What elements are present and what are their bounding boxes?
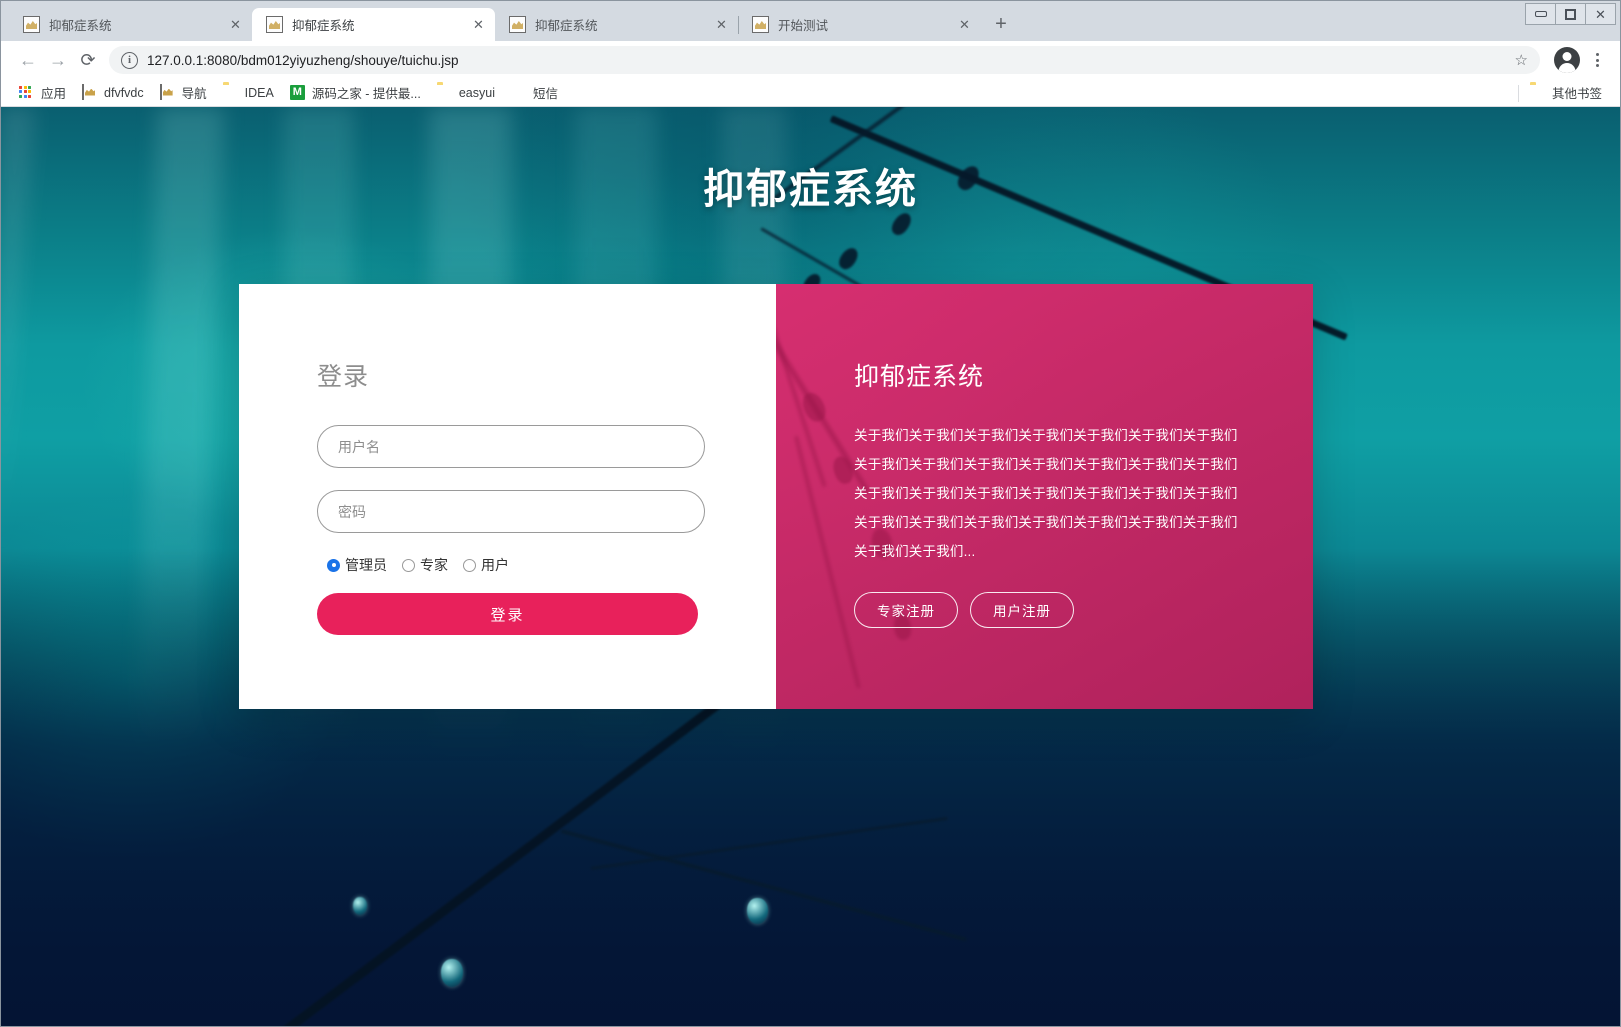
bookmark-label: 短信 — [533, 87, 559, 101]
bookmarks-bar: 应用 dfvfvdc 导航 IDEA M 源码之家 - 提供最... easyu… — [1, 79, 1620, 107]
bookmark-easyui[interactable]: easyui — [429, 82, 503, 104]
url-text: 127.0.0.1:8080/bdm012yiyuzheng/shouye/tu… — [147, 52, 459, 68]
browser-tab-4[interactable]: 开始测试 ✕ — [738, 8, 981, 41]
folder-icon — [437, 85, 453, 101]
role-radio-group: 管理员 专家 用户 — [327, 555, 698, 575]
browser-tab-1[interactable]: 抑郁症系统 ✕ — [9, 8, 252, 41]
radio-label: 用户 — [481, 557, 509, 573]
folder-icon — [223, 85, 239, 101]
bookmark-label: dfvfvdc — [104, 85, 144, 100]
water-droplet — [441, 959, 463, 987]
browser-tab-2[interactable]: 抑郁症系统 ✕ — [252, 8, 495, 41]
m-letter-icon: M — [289, 84, 306, 101]
profile-avatar-icon[interactable] — [1554, 47, 1580, 73]
user-register-button[interactable]: 用户注册 — [970, 592, 1074, 628]
maximize-button[interactable] — [1555, 3, 1586, 25]
broken-image-icon — [752, 16, 769, 33]
password-input[interactable] — [317, 490, 705, 533]
apps-grid-icon — [19, 85, 35, 101]
bookmark-star-icon[interactable]: ☆ — [1515, 51, 1528, 69]
register-buttons: 专家注册 用户注册 — [854, 592, 1251, 628]
other-bookmarks-button[interactable]: 其他书签 — [1517, 82, 1610, 104]
about-body-text: 关于我们关于我们关于我们关于我们关于我们关于我们关于我们关于我们关于我们关于我们… — [854, 428, 1238, 559]
chrome-menu-icon[interactable] — [1586, 47, 1608, 73]
close-icon[interactable]: ✕ — [470, 16, 487, 33]
broken-image-icon — [23, 16, 40, 33]
bud-silhouette — [835, 244, 862, 273]
close-icon[interactable]: ✕ — [227, 16, 244, 33]
maximize-icon — [1565, 8, 1576, 20]
browser-toolbar: ← → ⟳ i 127.0.0.1:8080/bdm012yiyuzheng/s… — [1, 41, 1620, 79]
login-submit-button[interactable]: 登录 — [317, 593, 698, 635]
address-bar[interactable]: i 127.0.0.1:8080/bdm012yiyuzheng/shouye/… — [109, 46, 1540, 74]
water-droplet — [353, 897, 367, 915]
radio-option-admin[interactable]: 管理员 — [327, 555, 387, 575]
bookmark-source-home[interactable]: M 源码之家 - 提供最... — [282, 82, 429, 104]
branch-silhouette — [776, 305, 827, 488]
bud-silhouette — [830, 453, 856, 487]
close-icon: ✕ — [1595, 6, 1606, 22]
folder-icon — [1530, 85, 1546, 101]
browser-tab-3[interactable]: 抑郁症系统 ✕ — [495, 8, 738, 41]
radio-indicator[interactable] — [402, 558, 415, 572]
close-icon[interactable]: ✕ — [956, 16, 973, 33]
bookmark-apps[interactable]: 应用 — [11, 82, 74, 104]
login-form-panel: 登录 管理员 专家 用户 — [239, 284, 776, 709]
bud-silhouette — [798, 389, 830, 425]
page-content: 抑郁症系统 登录 管理员 专家 — [1, 107, 1620, 1026]
broken-image-icon — [509, 16, 526, 33]
tab-title: 抑郁症系统 — [292, 19, 355, 33]
tab-title: 开始测试 — [778, 19, 829, 33]
window-controls: ✕ — [1525, 3, 1616, 25]
minimize-icon — [1534, 11, 1547, 17]
twig-silhouette — [560, 829, 968, 942]
reload-button[interactable]: ⟳ — [73, 45, 103, 75]
page-title: 抑郁症系统 — [703, 165, 918, 213]
twig-silhouette — [590, 816, 948, 870]
tab-strip: 抑郁症系统 ✕ 抑郁症系统 ✕ 抑郁症系统 ✕ 开始测试 ✕ + ✕ — [1, 1, 1620, 41]
bookmark-label: 导航 — [181, 87, 207, 101]
radio-label: 管理员 — [345, 557, 387, 573]
bookmark-label: IDEA — [244, 85, 274, 100]
other-bookmarks-label: 其他书签 — [1551, 87, 1602, 101]
bookmark-dfvfvdc[interactable]: dfvfvdc — [74, 82, 152, 104]
bookmark-idea[interactable]: IDEA — [215, 82, 282, 104]
site-info-icon[interactable]: i — [121, 51, 138, 69]
minimize-button[interactable] — [1525, 3, 1556, 25]
close-window-button[interactable]: ✕ — [1585, 3, 1616, 25]
back-button[interactable]: ← — [13, 45, 43, 75]
radio-indicator[interactable] — [463, 558, 476, 572]
branch-silhouette — [794, 435, 861, 689]
login-heading: 登录 — [317, 363, 370, 391]
bookmark-sms[interactable]: 短信 — [503, 82, 566, 104]
about-heading: 抑郁症系统 — [854, 363, 985, 391]
browser-window: 抑郁症系统 ✕ 抑郁症系统 ✕ 抑郁症系统 ✕ 开始测试 ✕ + ✕ ← → ⟳ — [0, 0, 1621, 1027]
about-panel: 抑郁症系统 关于我们关于我们关于我们关于我们关于我们关于我们关于我们关于我们关于… — [776, 284, 1313, 709]
username-input[interactable] — [317, 425, 705, 468]
radio-option-user[interactable]: 用户 — [463, 555, 509, 575]
globe-icon — [511, 85, 527, 101]
bookmark-label: 应用 — [41, 87, 67, 101]
broken-image-icon — [159, 83, 176, 101]
login-card: 登录 管理员 专家 用户 — [239, 284, 1313, 709]
radio-indicator[interactable] — [327, 558, 340, 572]
broken-image-icon — [82, 83, 98, 101]
radio-label: 专家 — [420, 557, 448, 573]
bookmark-label: 源码之家 - 提供最... — [311, 87, 421, 101]
broken-image-icon — [266, 16, 283, 33]
forward-button[interactable]: → — [43, 45, 73, 75]
bookmark-navigation[interactable]: 导航 — [152, 82, 215, 104]
close-icon[interactable]: ✕ — [713, 16, 730, 33]
bookmark-label: easyui — [458, 85, 495, 100]
tab-title: 抑郁症系统 — [535, 19, 598, 33]
water-droplet — [747, 898, 768, 924]
expert-register-button[interactable]: 专家注册 — [854, 592, 958, 628]
tab-title: 抑郁症系统 — [49, 19, 112, 33]
radio-option-expert[interactable]: 专家 — [402, 555, 448, 575]
new-tab-button[interactable]: + — [987, 10, 1015, 38]
